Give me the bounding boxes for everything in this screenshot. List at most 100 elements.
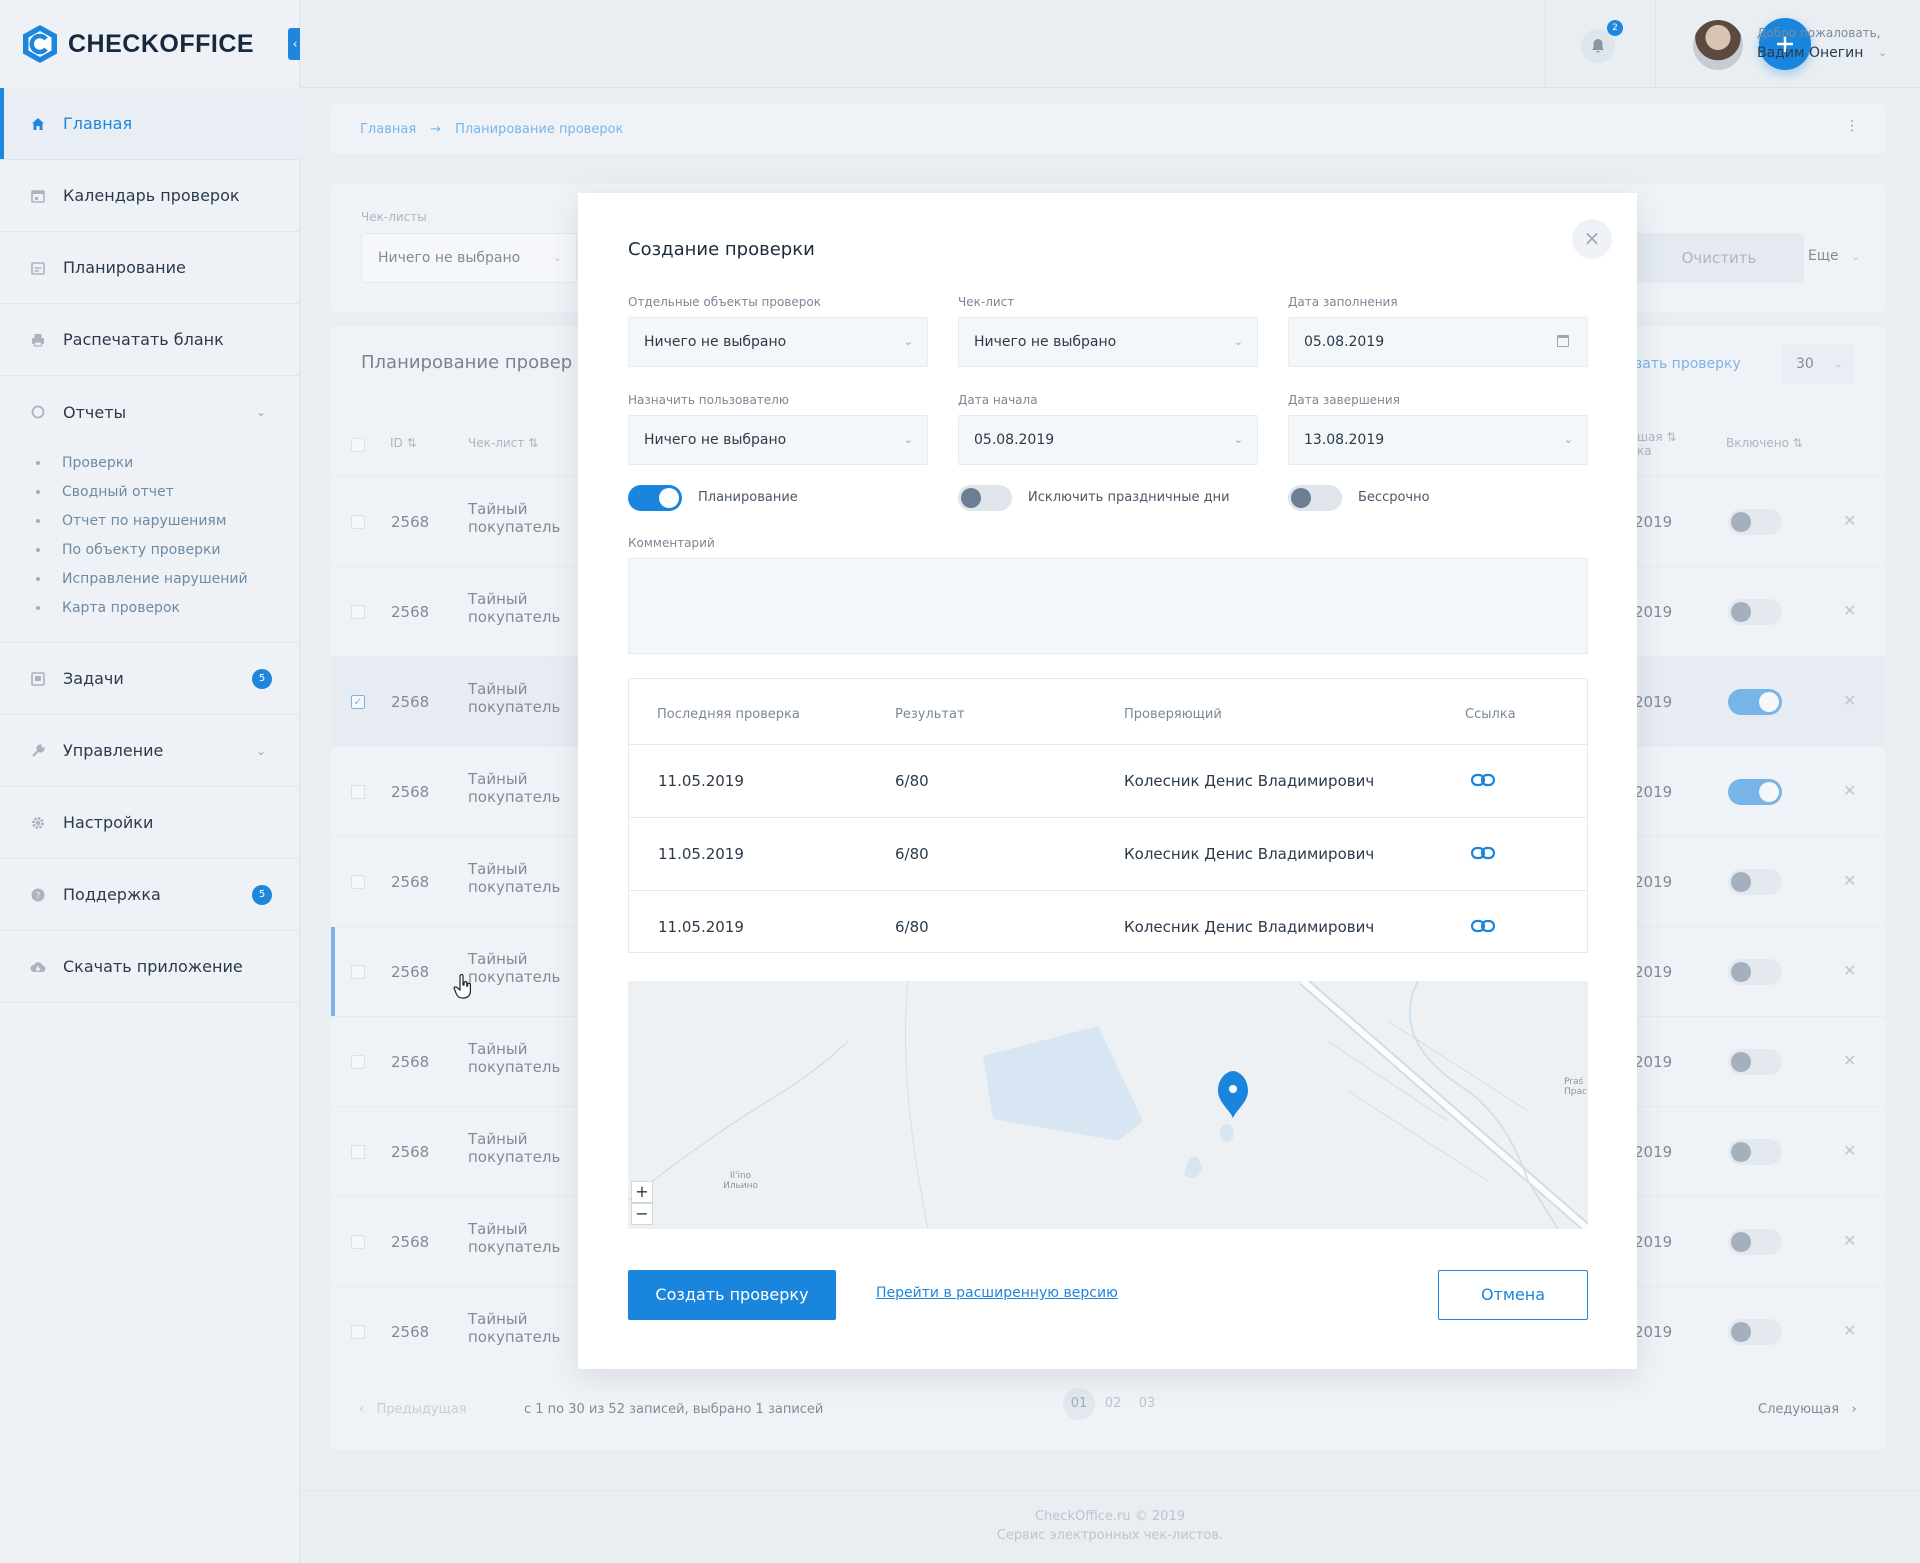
sidebar-subitem-map[interactable]: Карта проверок <box>0 593 300 622</box>
link-icon[interactable] <box>1471 919 1495 933</box>
reports-icon <box>30 404 46 420</box>
toggle-knob <box>659 488 679 508</box>
sidebar-item-management[interactable]: Управление ⌄ <box>0 715 300 787</box>
modal-title: Создание проверки <box>628 239 815 260</box>
home-icon <box>30 116 46 132</box>
sidebar-item-label: Главная <box>63 114 133 133</box>
cancel-button[interactable]: Отмена <box>1438 1270 1588 1320</box>
notifications-badge: 2 <box>1607 20 1623 36</box>
chevron-down-icon: ⌄ <box>1563 433 1573 446</box>
planning-toggle[interactable] <box>628 485 682 511</box>
history-result: 6/80 <box>895 772 929 790</box>
history-result: 6/80 <box>895 845 929 863</box>
toggle-knob <box>1291 488 1311 508</box>
sidebar-subitem-checks[interactable]: Проверки <box>0 448 300 477</box>
history-inspector: Колесник Денис Владимирович <box>1124 918 1375 936</box>
indefinite-label: Бессрочно <box>1358 490 1430 505</box>
link-icon[interactable] <box>1471 773 1495 787</box>
chevron-down-icon: ⌄ <box>255 743 266 758</box>
logo[interactable]: CHECKOFFICE <box>22 24 254 64</box>
sidebar-item-print[interactable]: Распечатать бланк <box>0 304 300 376</box>
end-date-label: Дата завершения <box>1288 393 1400 407</box>
logo-mark-icon <box>23 25 57 63</box>
sidebar-item-home[interactable]: Главная <box>0 88 300 160</box>
sidebar-item-calendar[interactable]: Календарь проверок <box>0 160 300 232</box>
sidebar-subitem-violations[interactable]: Отчет по нарушениям <box>0 506 300 535</box>
history-header-inspector: Проверяющий <box>1124 707 1222 722</box>
history-row: 11.05.2019 6/80 Колесник Денис Владимирови… <box>629 817 1587 891</box>
chevron-down-icon: ⌄ <box>255 405 266 419</box>
assign-select[interactable]: Ничего не выбрано ⌄ <box>628 415 928 465</box>
sidebar-item-settings[interactable]: Настройки <box>0 787 300 859</box>
sidebar-item-download-app[interactable]: Скачать приложение <box>0 931 300 1003</box>
chevron-down-icon: ⌄ <box>1233 335 1243 348</box>
sidebar-item-support[interactable]: ? Поддержка 5 <box>0 859 300 931</box>
sidebar-group-reports: Отчеты ⌄ Проверки Сводный отчет Отчет по… <box>0 376 300 643</box>
map-canvas <box>628 981 1588 1229</box>
history-date: 11.05.2019 <box>658 772 744 790</box>
user-name[interactable]: Вадим Онегин <box>1757 45 1863 61</box>
avatar[interactable] <box>1693 20 1743 70</box>
wrench-icon <box>30 743 46 759</box>
calendar-icon[interactable] <box>1557 335 1569 347</box>
history-date: 11.05.2019 <box>658 845 744 863</box>
checklist-value: Ничего не выбрано <box>974 334 1117 350</box>
calendar-icon <box>30 188 46 204</box>
sidebar-item-planning[interactable]: Планирование <box>0 232 300 304</box>
indefinite-toggle[interactable] <box>1288 485 1342 511</box>
sidebar-item-label: Планирование <box>63 258 186 277</box>
fill-date-input[interactable]: 05.08.2019 <box>1288 317 1588 367</box>
sidebar-item-label: Управление <box>63 741 164 760</box>
sidebar-item-label: Распечатать бланк <box>63 330 224 349</box>
create-check-button[interactable]: Создать проверку <box>628 1270 836 1320</box>
history-inspector: Колесник Денис Владимирович <box>1124 845 1375 863</box>
link-icon[interactable] <box>1471 846 1495 860</box>
chevron-down-icon[interactable]: ⌄ <box>1878 46 1887 59</box>
end-date-value: 13.08.2019 <box>1304 432 1385 448</box>
sidebar-subitem-by-object[interactable]: По объекту проверки <box>0 535 300 564</box>
hand-cursor-icon <box>453 974 471 999</box>
print-icon <box>30 332 46 348</box>
history-table: Последняя проверка Результат Проверяющий… <box>628 678 1588 953</box>
cloud-download-icon <box>30 959 46 975</box>
zoom-out-button[interactable]: − <box>631 1203 653 1225</box>
sidebar-subitem-summary[interactable]: Сводный отчет <box>0 477 300 506</box>
history-date: 11.05.2019 <box>658 918 744 936</box>
top-bar <box>300 0 1920 88</box>
svg-text:?: ? <box>36 891 41 901</box>
sidebar-item-label: Отчеты <box>63 402 127 422</box>
close-icon[interactable]: × <box>1572 219 1612 259</box>
objects-value: Ничего не выбрано <box>644 334 787 350</box>
objects-label: Отдельные объекты проверок <box>628 295 821 309</box>
chevron-down-icon: ⌄ <box>1233 433 1243 446</box>
checklist-select[interactable]: Ничего не выбрано ⌄ <box>958 317 1258 367</box>
checklist-label: Чек-лист <box>958 295 1015 309</box>
chevron-down-icon: ⌄ <box>903 335 913 348</box>
map-label: Praś Прас <box>1564 1077 1587 1097</box>
start-date-select[interactable]: 05.08.2019 ⌄ <box>958 415 1258 465</box>
support-badge: 5 <box>252 884 272 905</box>
fill-date-label: Дата заполнения <box>1288 295 1398 309</box>
exclude-holidays-toggle[interactable] <box>958 485 1012 511</box>
sidebar-item-tasks[interactable]: Задачи 5 <box>0 643 300 715</box>
end-date-select[interactable]: 13.08.2019 ⌄ <box>1288 415 1588 465</box>
exclude-holidays-label: Исключить праздничные дни <box>1028 490 1230 505</box>
map-label: Il'ino Ильино <box>723 1171 759 1191</box>
welcome-text: Добро пожаловать, <box>1757 26 1881 40</box>
map[interactable]: Il'ino Ильино Praś Прас + − <box>628 981 1588 1229</box>
start-date-value: 05.08.2019 <box>974 432 1055 448</box>
sidebar-subitem-fixes[interactable]: Исправление нарушений <box>0 564 300 593</box>
fill-date-value: 05.08.2019 <box>1304 334 1385 350</box>
history-row: 11.05.2019 6/80 Колесник Денис Владимирови… <box>629 890 1587 964</box>
sidebar-item-label: Скачать приложение <box>63 957 243 976</box>
comment-textarea[interactable] <box>628 558 1588 654</box>
sidebar: CHECKOFFICE ‹ Главная Календарь проверок… <box>0 0 302 1563</box>
gear-icon <box>30 815 46 831</box>
zoom-in-button[interactable]: + <box>631 1181 653 1203</box>
planning-icon <box>30 260 46 276</box>
sidebar-item-reports[interactable]: Отчеты ⌄ <box>0 376 300 448</box>
objects-select[interactable]: Ничего не выбрано ⌄ <box>628 317 928 367</box>
brand-name: CHECKOFFICE <box>68 29 255 58</box>
bell-icon <box>1592 39 1604 53</box>
extended-version-link[interactable]: Перейти в расширенную версию <box>876 1285 1118 1301</box>
